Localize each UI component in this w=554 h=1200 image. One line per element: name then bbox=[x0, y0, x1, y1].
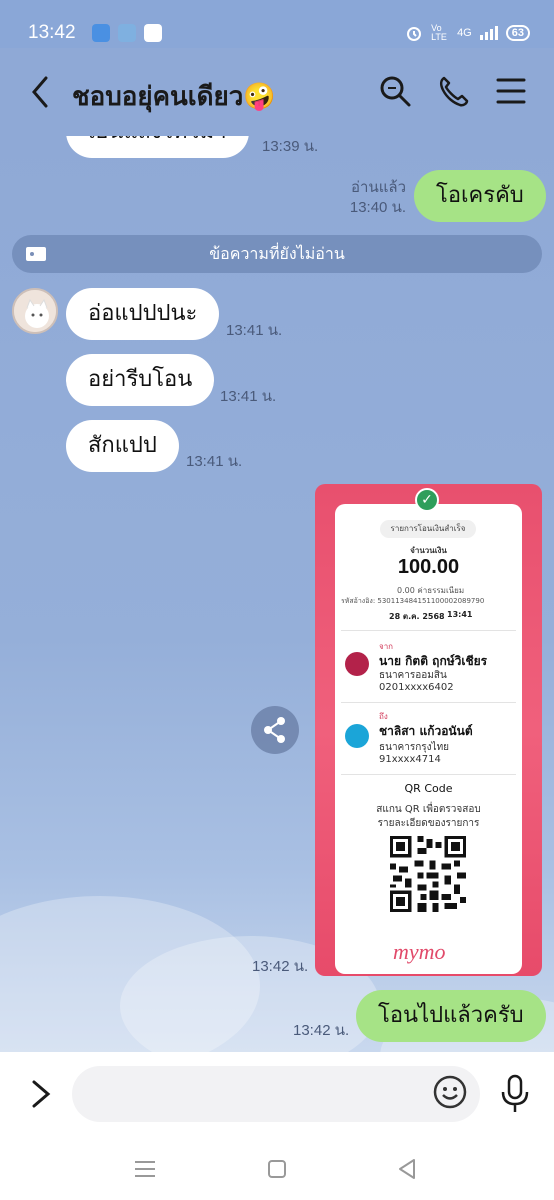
emoji-icon[interactable] bbox=[432, 1074, 468, 1110]
message-bubble[interactable]: เยนแสงไทวมา bbox=[66, 136, 249, 158]
volte-label: Vo LTE bbox=[431, 23, 447, 42]
status-time: 13:42 bbox=[28, 22, 76, 43]
back-nav-icon[interactable] bbox=[394, 1156, 420, 1182]
network-label: 4G bbox=[457, 27, 472, 39]
app-notification-icon bbox=[144, 24, 162, 42]
unread-label: ข้อความที่ยังไม่อ่าน bbox=[209, 244, 345, 263]
message-time: 13:39 น. bbox=[262, 138, 319, 155]
message-time: 13:41 น. bbox=[220, 388, 277, 405]
recent-apps-icon[interactable] bbox=[132, 1156, 158, 1182]
slip-date: 28 ต.ค. 2568 bbox=[389, 612, 445, 621]
gsb-bank-logo-icon bbox=[345, 652, 369, 676]
message-input[interactable] bbox=[72, 1066, 480, 1122]
ktb-bank-logo-icon bbox=[345, 724, 369, 748]
chat-header: ชอบอยุ่คนเดียว🤪 bbox=[0, 48, 554, 136]
signal-icon bbox=[479, 26, 498, 40]
qr-code-icon bbox=[390, 836, 466, 912]
message-time: 13:41 น. bbox=[186, 453, 243, 470]
system-nav-bar bbox=[0, 1140, 554, 1200]
message-time: 13:40 น. bbox=[349, 199, 406, 216]
transfer-slip-image[interactable]: รายการโอนเงินสำเร็จ จำนวนเงิน 100.00 0.0… bbox=[315, 484, 542, 976]
receiver-account: 91xxxx4714 bbox=[379, 754, 441, 765]
share-button[interactable] bbox=[251, 706, 299, 754]
divider bbox=[341, 702, 516, 703]
contact-avatar[interactable] bbox=[12, 288, 58, 334]
receiver-bank: ธนาคารกรุงไทย bbox=[379, 742, 450, 753]
qr-description: สแกน QR เพื่อตรวจสอบ bbox=[376, 804, 481, 815]
slip-time: 13:41 bbox=[447, 610, 473, 619]
message-time: 13:42 น. bbox=[252, 958, 309, 975]
alarm-icon bbox=[407, 27, 422, 41]
slip-card: รายการโอนเงินสำเร็จ จำนวนเงิน 100.00 0.0… bbox=[335, 504, 522, 974]
status-bar: 13:42 Vo LTE 4G 63 bbox=[0, 0, 554, 48]
slip-status: รายการโอนเงินสำเร็จ bbox=[380, 520, 476, 538]
sender-account: 0201xxxx6402 bbox=[379, 682, 454, 693]
message-time: 13:42 น. bbox=[293, 1022, 350, 1039]
share-icon bbox=[264, 717, 285, 743]
search-icon[interactable] bbox=[378, 74, 412, 108]
read-label: อ่านแล้ว bbox=[351, 179, 406, 196]
status-indicators: Vo LTE 4G 63 bbox=[405, 24, 530, 42]
chevron-right-icon[interactable] bbox=[26, 1074, 56, 1114]
unread-divider: ข้อความที่ยังไม่อ่าน bbox=[12, 235, 542, 273]
qr-title: QR Code bbox=[404, 782, 453, 795]
app-notification-icon bbox=[92, 24, 110, 42]
chat-area[interactable]: เยนแสงไทวมา 13:39 น. อ่านแล้ว 13:40 น. โ… bbox=[0, 136, 554, 1052]
divider bbox=[341, 630, 516, 631]
back-arrow-icon[interactable] bbox=[22, 72, 58, 112]
menu-icon[interactable] bbox=[494, 74, 528, 108]
my-message-bubble[interactable]: โอนไปแล้วครับ bbox=[356, 990, 546, 1042]
receiver-name: ชาลิสา แก้วอนันต์ bbox=[379, 724, 473, 738]
battery-icon: 63 bbox=[505, 25, 530, 41]
microphone-icon[interactable] bbox=[498, 1072, 532, 1116]
message-bubble[interactable]: สักแปป bbox=[66, 420, 179, 472]
my-message-bubble[interactable]: โอเครคับ bbox=[414, 170, 546, 222]
read-receipt: อ่านแล้ว 13:40 น. bbox=[330, 178, 406, 218]
sender-bank: ธนาคารออมสิน bbox=[379, 670, 447, 681]
message-bubble[interactable]: อ่อแปปปนะ bbox=[66, 288, 220, 340]
chat-title: ชอบอยุ่คนเดียว🤪 bbox=[72, 82, 276, 112]
message-composer bbox=[0, 1052, 554, 1140]
app-notification-icon bbox=[118, 24, 136, 42]
amount-value: 100.00 bbox=[397, 556, 460, 578]
cat-avatar-icon bbox=[14, 290, 56, 332]
phone-icon[interactable] bbox=[436, 74, 470, 108]
divider bbox=[341, 774, 516, 775]
home-icon[interactable] bbox=[264, 1156, 290, 1182]
message-time: 13:41 น. bbox=[226, 322, 283, 339]
qr-description: รายละเอียดของรายการ bbox=[377, 818, 480, 829]
ref-text: รหัสอ้างอิง: 530113484151100002089790 bbox=[341, 597, 485, 605]
message-bubble[interactable]: อย่ารีบโอน bbox=[66, 354, 215, 406]
success-check-icon: ✓ bbox=[415, 488, 439, 512]
tag-icon bbox=[26, 247, 46, 261]
mymo-logo: mymo bbox=[393, 939, 446, 964]
